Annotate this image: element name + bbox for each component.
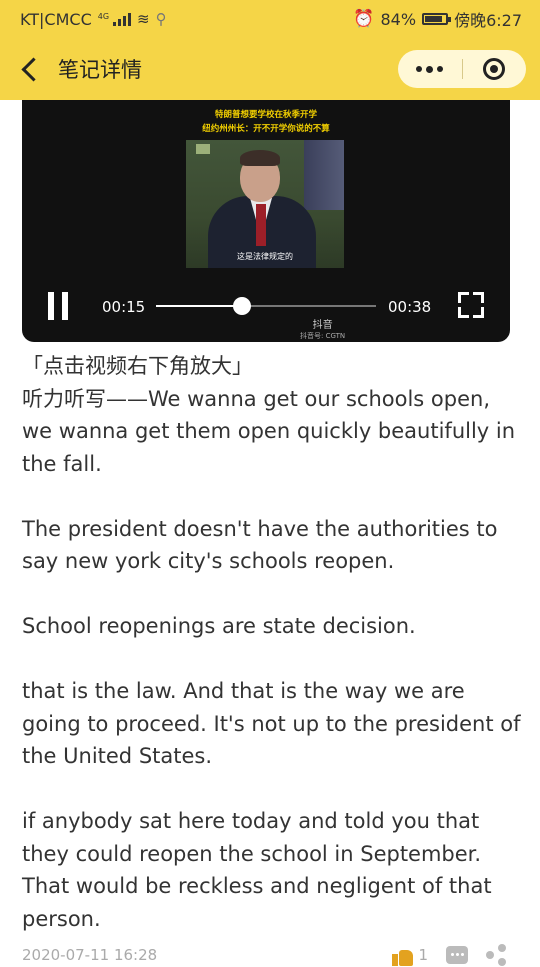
video-caption-line1: 特朗普想要学校在秋季开学: [214, 110, 317, 120]
speaker-tie: [256, 204, 266, 246]
video-player[interactable]: 特朗普想要学校在秋季开学 纽约州州长：开不开学你说的不算 这是法律规定的 抖音 …: [22, 100, 510, 342]
pause-button[interactable]: [48, 292, 72, 320]
battery-percent: 84%: [380, 9, 417, 29]
paragraph-5: if anybody sat here today and told you t…: [22, 809, 492, 931]
paragraph-1: 「点击视频右下角放大」 听力听写——We wanna get our schoo…: [22, 354, 516, 476]
paragraph-3: School reopenings are state decision.: [22, 614, 416, 638]
duration: 00:38: [388, 298, 432, 316]
douyin-app-label: 抖音: [312, 320, 333, 331]
search-icon: ⚲: [155, 10, 167, 28]
alarm-icon: ⏰: [353, 9, 375, 29]
paragraph-4: that is the law. And that is the way we …: [22, 679, 521, 768]
like-count: 1: [418, 946, 428, 964]
douyin-id: 抖音号: CGTN: [300, 332, 346, 340]
video-subtitle: 这是法律规定的: [237, 252, 293, 261]
network-type: 4G: [97, 12, 110, 21]
channel-logo: [196, 144, 210, 154]
signal-icon: 4G: [97, 12, 132, 26]
current-time: 00:15: [102, 298, 146, 316]
target-close-icon: [483, 58, 506, 80]
status-left: KT|CMCC 4G ≋ ⚲: [20, 10, 167, 29]
back-button[interactable]: [0, 38, 56, 100]
clock: 傍晚6:27: [454, 11, 522, 30]
douyin-watermark: 抖音 抖音号: CGTN: [300, 316, 345, 341]
more-dots-icon: [416, 65, 444, 73]
progress-slider[interactable]: [156, 297, 376, 315]
progress-played: [156, 305, 242, 307]
comment-icon[interactable]: [446, 946, 468, 964]
battery-icon: [422, 13, 452, 25]
miniprogram-capsule: [398, 50, 526, 88]
page-title: 笔记详情: [58, 58, 142, 82]
share-icon[interactable]: [486, 944, 508, 966]
note-actions: 1: [392, 944, 508, 966]
progress-knob[interactable]: [232, 297, 251, 315]
video-caption-line2: 纽约州州长：开不开学你说的不算: [202, 124, 330, 134]
note-footer: 2020-07-11 16:28 1: [22, 943, 506, 967]
speaker-hair: [240, 150, 280, 166]
chevron-left-icon: [20, 56, 46, 82]
close-miniprogram-button[interactable]: [463, 50, 527, 88]
video-frame: 这是法律规定的: [186, 140, 344, 268]
post-date: 2020-07-11 16:28: [22, 946, 158, 964]
status-right: ⏰ 84% 傍晚6:27: [353, 7, 522, 31]
fullscreen-button[interactable]: [458, 292, 484, 318]
thumbs-up-icon: [392, 944, 414, 966]
flag-graphic: [304, 140, 344, 210]
status-bar: KT|CMCC 4G ≋ ⚲ ⏰ 84% 傍晚6:27: [0, 0, 540, 38]
note-body: 「点击视频右下角放大」 听力听写——We wanna get our schoo…: [22, 350, 522, 935]
wifi-icon: ≋: [137, 10, 150, 28]
more-button[interactable]: [398, 50, 462, 88]
nav-bar: 笔记详情: [0, 38, 540, 100]
paragraph-2: The president doesn't have the authoriti…: [22, 516, 498, 574]
like-button[interactable]: 1: [392, 944, 428, 966]
carrier-label: KT|CMCC: [20, 9, 92, 29]
